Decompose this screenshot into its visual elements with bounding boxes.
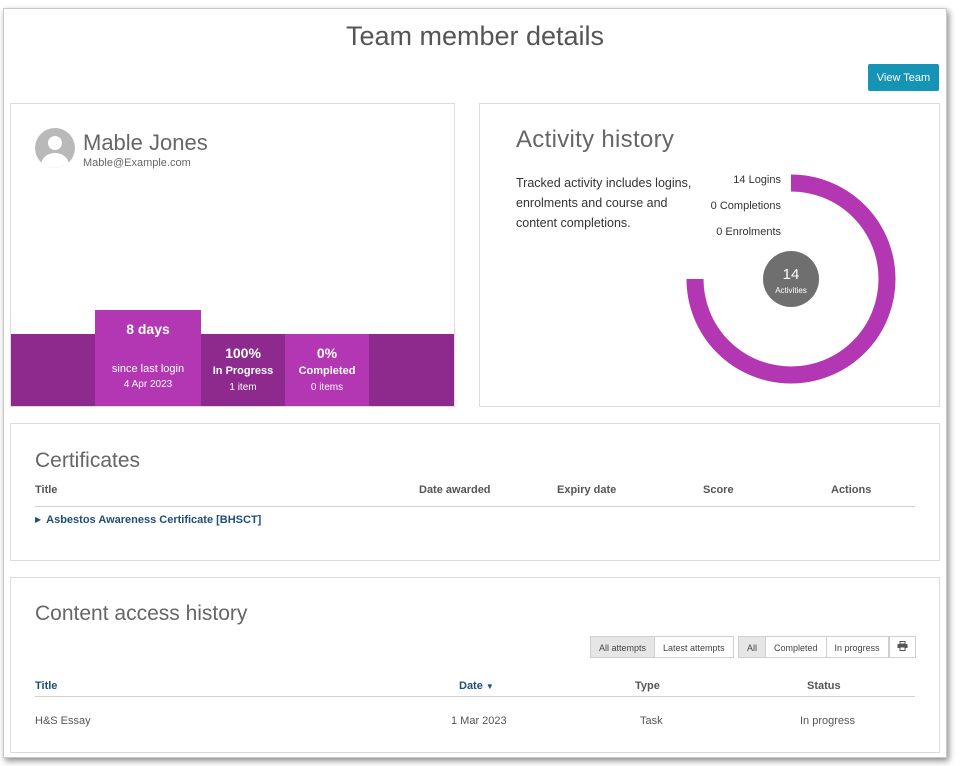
page-title: Team member details — [345, 21, 605, 51]
cert-col-date-awarded[interactable]: Date awarded — [419, 484, 491, 496]
status-filter-group: All Completed In progress — [738, 636, 889, 658]
print-button[interactable] — [889, 636, 916, 658]
in-progress-stat: 100% In Progress 1 item — [201, 334, 285, 406]
status-in-progress-button[interactable]: In progress — [826, 636, 889, 658]
view-team-button[interactable]: View Team — [868, 64, 939, 91]
content-row-type: Task — [640, 715, 663, 727]
activity-title: Activity history — [516, 126, 675, 153]
in-progress-detail: 1 item — [229, 382, 257, 393]
cert-col-expiry-date[interactable]: Expiry date — [557, 484, 616, 496]
cert-col-actions: Actions — [831, 484, 872, 496]
last-login-date: 4 Apr 2023 — [123, 379, 173, 390]
content-col-date[interactable]: Date ▼ — [459, 680, 494, 692]
content-col-type[interactable]: Type — [635, 680, 660, 692]
completed-stat: 0% Completed 0 items — [285, 334, 369, 406]
status-completed-button[interactable]: Completed — [766, 636, 827, 658]
certificates-title: Certificates — [35, 449, 141, 472]
activity-donut-chart: 14 Activities — [686, 174, 896, 384]
in-progress-label: In Progress — [212, 365, 274, 377]
print-group — [889, 636, 916, 658]
in-progress-value: 100% — [225, 345, 261, 361]
content-row-title: H&S Essay — [35, 715, 91, 727]
member-name: Mable Jones — [83, 130, 208, 155]
cert-header-divider — [35, 506, 915, 507]
activity-total-value: 14 — [783, 266, 800, 283]
completed-detail: 0 items — [310, 382, 344, 393]
completed-label: Completed — [298, 365, 356, 377]
print-icon — [897, 641, 908, 651]
content-row-status: In progress — [800, 715, 856, 727]
attempt-filter-group: All attempts Latest attempts — [590, 636, 734, 658]
completed-value: 0% — [316, 345, 338, 361]
expand-caret-icon[interactable]: ▶ — [35, 515, 41, 524]
content-history-card: Content access history All attempts Late… — [10, 577, 940, 753]
profile-card: Mable Jones Mable@Example.com 8 days sin… — [10, 103, 455, 407]
content-history-title: Content access history — [35, 602, 248, 625]
content-col-status[interactable]: Status — [807, 680, 841, 692]
page-frame: Team member details View Team Mable Jone… — [3, 8, 947, 758]
avatar-icon — [35, 128, 75, 168]
certificate-title[interactable]: Asbestos Awareness Certificate [BHSCT] — [46, 514, 261, 526]
activity-card: Activity history Tracked activity includ… — [479, 103, 940, 407]
latest-attempts-button[interactable]: Latest attempts — [655, 636, 734, 658]
content-row-date: 1 Mar 2023 — [451, 715, 507, 727]
last-login-label: since last login — [111, 363, 185, 375]
last-login-stat: 8 days since last login 4 Apr 2023 — [95, 310, 201, 406]
sort-desc-icon: ▼ — [485, 682, 494, 691]
member-email: Mable@Example.com — [83, 157, 191, 169]
last-login-value: 8 days — [126, 321, 170, 337]
certificate-row[interactable]: ▶ Asbestos Awareness Certificate [BHSCT] — [35, 514, 261, 526]
content-col-title[interactable]: Title — [35, 680, 57, 692]
all-attempts-button[interactable]: All attempts — [590, 636, 656, 658]
certificates-card: Certificates Title Date awarded Expiry d… — [10, 423, 940, 561]
cert-col-title[interactable]: Title — [35, 484, 57, 496]
cert-col-score[interactable]: Score — [703, 484, 734, 496]
activity-total-label: Activities — [775, 286, 807, 295]
content-header-divider — [35, 696, 915, 697]
status-all-button[interactable]: All — [738, 636, 767, 658]
